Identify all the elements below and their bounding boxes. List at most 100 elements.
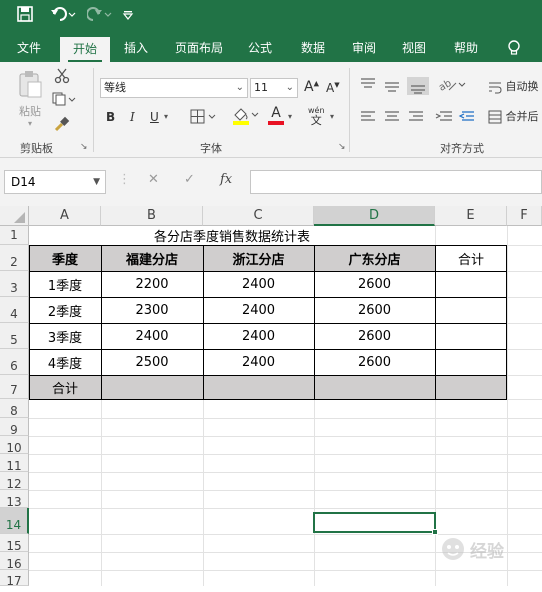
redo-icon[interactable]: [86, 6, 114, 28]
fill-handle[interactable]: [432, 529, 438, 535]
chevron-down-icon[interactable]: ▾: [330, 112, 334, 121]
insert-function-icon[interactable]: fx: [220, 172, 232, 187]
table-cell[interactable]: 2季度: [29, 297, 101, 323]
total-label-cell[interactable]: 合计: [29, 375, 101, 399]
tab-home[interactable]: 开始: [60, 37, 110, 62]
borders-icon[interactable]: [190, 109, 218, 128]
row-header[interactable]: 17: [0, 570, 29, 588]
font-name-combo[interactable]: 等线 ⌄: [100, 78, 248, 98]
header-cell-quarter[interactable]: 季度: [29, 245, 101, 271]
tab-data[interactable]: 数据: [290, 34, 336, 62]
font-grow-icon[interactable]: A▲: [304, 79, 319, 95]
row-header[interactable]: 6: [0, 349, 29, 375]
underline-button[interactable]: U: [150, 110, 159, 124]
name-box[interactable]: D14 ▼: [4, 170, 106, 194]
tab-insert[interactable]: 插入: [114, 34, 158, 62]
merge-center-label: 合并后: [505, 110, 539, 123]
row-header[interactable]: 5: [0, 323, 29, 349]
copy-icon[interactable]: [52, 92, 76, 109]
row-header[interactable]: 4: [0, 297, 29, 323]
wrap-text-button[interactable]: 自动换: [488, 78, 539, 94]
undo-icon[interactable]: [48, 6, 78, 28]
align-left-icon[interactable]: [358, 110, 430, 127]
table-cell[interactable]: 2500: [101, 349, 203, 375]
select-all-corner[interactable]: [0, 206, 29, 226]
tab-help[interactable]: 帮助: [444, 34, 488, 62]
row-header[interactable]: 8: [0, 399, 29, 418]
lightbulb-icon[interactable]: [502, 34, 526, 62]
header-cell-zhejiang[interactable]: 浙江分店: [203, 245, 314, 271]
font-color-icon[interactable]: A: [268, 106, 284, 125]
customize-icon[interactable]: [120, 6, 136, 28]
row-header[interactable]: 15: [0, 534, 29, 553]
table-cell[interactable]: 1季度: [29, 271, 101, 297]
tab-review[interactable]: 审阅: [342, 34, 386, 62]
selected-cell-d14[interactable]: [313, 512, 436, 533]
row-header[interactable]: 1: [0, 226, 29, 245]
table-cell[interactable]: [435, 323, 507, 349]
clipboard-launcher-icon[interactable]: ↘: [80, 142, 88, 152]
table-cell[interactable]: 2400: [203, 323, 314, 349]
row-header[interactable]: 3: [0, 271, 29, 297]
header-cell-guangdong[interactable]: 广东分店: [314, 245, 435, 271]
table-cell[interactable]: 2400: [101, 323, 203, 349]
table-cell[interactable]: 2600: [314, 349, 435, 375]
row-header[interactable]: 11: [0, 454, 29, 473]
paste-button[interactable]: 粘贴 ▾: [14, 70, 46, 128]
tab-page-layout[interactable]: 页面布局: [166, 34, 232, 62]
column-header-c[interactable]: C: [203, 206, 314, 226]
chevron-down-icon[interactable]: ▾: [164, 112, 168, 121]
table-cell[interactable]: 2400: [203, 297, 314, 323]
row-header[interactable]: 12: [0, 472, 29, 491]
indent-icon[interactable]: [434, 110, 478, 127]
sheet-title-cell[interactable]: 各分店季度销售数据统计表: [29, 226, 435, 245]
tab-formulas[interactable]: 公式: [238, 34, 282, 62]
font-grow-letter: A: [304, 79, 314, 95]
orientation-icon[interactable]: ab: [437, 76, 468, 97]
table-cell[interactable]: 2200: [101, 271, 203, 297]
table-cell[interactable]: 2400: [203, 271, 314, 297]
cut-icon[interactable]: [54, 68, 70, 87]
row-header[interactable]: 13: [0, 490, 29, 509]
column-header-e[interactable]: E: [435, 206, 507, 226]
bold-button[interactable]: B: [106, 110, 115, 124]
column-header-d[interactable]: D: [314, 206, 435, 226]
row-header[interactable]: 16: [0, 552, 29, 571]
save-icon[interactable]: [14, 6, 36, 28]
font-launcher-icon[interactable]: ↘: [338, 142, 346, 152]
table-cell[interactable]: 2400: [203, 349, 314, 375]
table-cell[interactable]: 2600: [314, 323, 435, 349]
column-header-b[interactable]: B: [101, 206, 203, 226]
row-header[interactable]: 2: [0, 245, 29, 271]
font-size-combo[interactable]: 11 ⌄: [250, 78, 298, 98]
formula-input[interactable]: [250, 170, 542, 194]
table-cell[interactable]: [435, 349, 507, 375]
row-header[interactable]: 14: [0, 508, 29, 534]
column-header-f[interactable]: F: [507, 206, 542, 226]
column-header-a[interactable]: A: [29, 206, 101, 226]
font-shrink-icon[interactable]: A▼: [326, 81, 340, 95]
row-header[interactable]: 10: [0, 436, 29, 455]
table-cell[interactable]: [435, 297, 507, 323]
table-cell[interactable]: 2600: [314, 297, 435, 323]
align-top-icon[interactable]: [358, 76, 430, 99]
fill-color-icon[interactable]: [232, 106, 260, 129]
table-cell[interactable]: 3季度: [29, 323, 101, 349]
chevron-down-icon[interactable]: ▾: [288, 112, 292, 121]
enter-icon[interactable]: ✓: [184, 172, 195, 187]
tab-view[interactable]: 视图: [392, 34, 436, 62]
merge-center-button[interactable]: 合并后: [488, 108, 539, 124]
tab-file[interactable]: 文件: [6, 34, 52, 62]
italic-button[interactable]: I: [130, 110, 135, 124]
cancel-icon[interactable]: ✕: [148, 172, 159, 187]
header-cell-total[interactable]: 合计: [435, 245, 507, 271]
phonetic-guide-icon[interactable]: wén 文: [308, 106, 325, 126]
table-cell[interactable]: 2600: [314, 271, 435, 297]
table-cell[interactable]: [435, 271, 507, 297]
table-cell[interactable]: 4季度: [29, 349, 101, 375]
table-cell[interactable]: 2300: [101, 297, 203, 323]
format-painter-icon[interactable]: [54, 116, 70, 135]
row-header[interactable]: 9: [0, 418, 29, 437]
row-header[interactable]: 7: [0, 375, 29, 399]
header-cell-fujian[interactable]: 福建分店: [101, 245, 203, 271]
